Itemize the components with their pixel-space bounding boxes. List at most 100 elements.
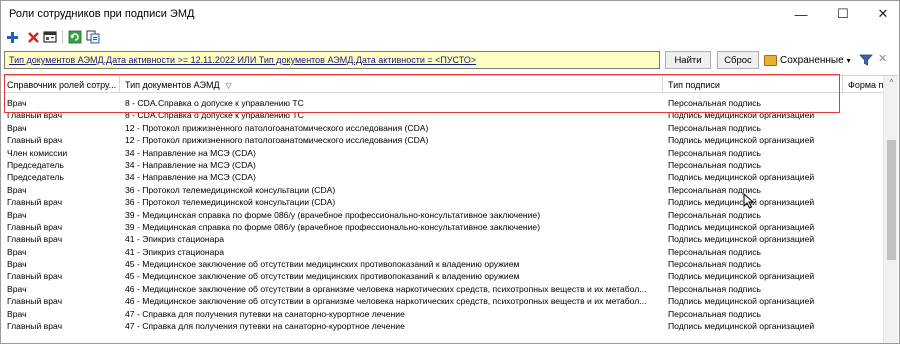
table-row[interactable]: Член комиссии 34 - Направление на МСЭ (CD… [2, 147, 883, 159]
cell-document-type: 47 - Справка для получения путевки на са… [125, 321, 405, 332]
cell-signature-type: Персональная подпись [668, 98, 761, 108]
cell-signature-type: Персональная подпись [668, 159, 761, 170]
cell-signature-type: Персональная подпись [668, 209, 761, 220]
minimize-button[interactable]: — [781, 1, 821, 27]
roles-grid: Справочник ролей сотру... Тип документов… [2, 75, 898, 343]
cell-signature-type: Персональная подпись [668, 122, 761, 133]
cell-role: Член комиссии [7, 147, 68, 158]
table-row[interactable]: Врач 8 - CDA.Справка о допуске к управлен… [2, 97, 883, 109]
cell-role: Председатель [7, 172, 64, 183]
table-row[interactable]: Главный врач 41 - Эпикриз стационара Подпи… [2, 233, 883, 245]
cell-document-type: 36 - Протокол телемедицинской консультац… [125, 184, 336, 195]
column-header-signature-type[interactable]: Тип подписи [663, 76, 843, 93]
toolbar [1, 27, 899, 47]
cell-signature-type: Подпись медицинской организацией [668, 271, 815, 282]
grid-header: Справочник ролей сотру... Тип документов… [2, 76, 898, 93]
find-button[interactable]: Найти [665, 51, 711, 69]
cell-role: Главный врач [7, 321, 63, 332]
cell-document-type: 41 - Эпикриз стационара [125, 246, 224, 257]
table-row[interactable]: Врач 39 - Медицинская справка по форме 08… [2, 209, 883, 221]
cell-role: Врач [7, 308, 27, 319]
table-row[interactable]: Врач 46 - Медицинское заключение об отсут… [2, 283, 883, 295]
table-row[interactable]: Главный врач 8 - CDA.Справка о допуске к … [2, 109, 883, 121]
filter-expression-text[interactable]: Тип документов АЭМД.Дата активности >= 1… [9, 55, 476, 65]
cell-document-type: 46 - Медицинское заключение об отсутстви… [125, 296, 647, 307]
mouse-cursor-icon [743, 192, 755, 209]
table-row[interactable]: Главный врач 46 - Медицинское заключение … [2, 295, 883, 307]
cell-document-type: 12 - Протокол прижизненного патологоанат… [125, 135, 429, 146]
roles-window: Роли сотрудников при подписи ЭМД — ☐ ✕ Т… [0, 0, 900, 344]
cell-document-type: 46 - Медицинское заключение об отсутстви… [125, 283, 647, 294]
cell-signature-type: Подпись медицинской организацией [668, 221, 815, 232]
cell-signature-type: Подпись медицинской организацией [668, 110, 815, 121]
table-row[interactable]: Председатель 34 - Направление на МСЭ (CDA… [2, 171, 883, 183]
cell-document-type: 36 - Протокол телемедицинской консультац… [125, 197, 336, 208]
cell-signature-type: Подпись медицинской организацией [668, 321, 815, 332]
copy-icon[interactable] [85, 29, 101, 45]
sort-arrow-icon: ▽ [225, 81, 232, 90]
column-header-signature-form[interactable]: Форма под [843, 76, 883, 93]
cell-signature-type: Персональная подпись [668, 246, 761, 257]
cell-role: Врач [7, 122, 27, 133]
table-row[interactable]: Главный врач 47 - Справка для получения п… [2, 320, 883, 332]
column-header-role[interactable]: Справочник ролей сотру... [2, 76, 120, 93]
reset-button[interactable]: Сброс [717, 51, 759, 69]
window-title: Роли сотрудников при подписи ЭМД [9, 8, 195, 20]
table-row[interactable]: Врач 12 - Протокол прижизненного патолого… [2, 122, 883, 134]
filter-settings-icon[interactable] [859, 53, 873, 67]
title-bar: Роли сотрудников при подписи ЭМД — ☐ ✕ [1, 1, 899, 27]
table-row[interactable]: Председатель 34 - Направление на МСЭ (CDA… [2, 159, 883, 171]
table-row[interactable]: Врач 45 - Медицинское заключение об отсут… [2, 258, 883, 270]
properties-icon[interactable] [42, 29, 58, 45]
filter-bar: Тип документов АЭМД.Дата активности >= 1… [1, 49, 899, 71]
column-header-document-type[interactable]: Тип документов АЭМД ▽ [120, 76, 663, 93]
cell-signature-type: Персональная подпись [668, 259, 761, 270]
table-row[interactable]: Главный врач 12 - Протокол прижизненного … [2, 134, 883, 146]
maximize-button[interactable]: ☐ [823, 1, 863, 27]
cell-document-type: 12 - Протокол прижизненного патологоанат… [125, 122, 429, 133]
scroll-up-icon[interactable]: ^ [884, 78, 898, 90]
grid-rows: Врач 8 - CDA.Справка о допуске к управлен… [2, 97, 883, 332]
vertical-scrollbar[interactable]: ^ [883, 76, 898, 343]
cell-document-type: 8 - CDA.Справка о допуске к управлению Т… [125, 98, 304, 108]
clear-filter-icon[interactable]: ✕ [878, 52, 887, 65]
column-header-label: Форма под [848, 80, 883, 90]
cell-role: Главный врач [7, 271, 63, 282]
table-row[interactable]: Врач 41 - Эпикриз стационара Персональная … [2, 246, 883, 258]
refresh-icon[interactable] [67, 29, 83, 45]
cell-role: Врач [7, 184, 27, 195]
cell-role: Главный врач [7, 197, 63, 208]
close-button[interactable]: ✕ [863, 1, 899, 27]
cell-role: Врач [7, 259, 27, 270]
cell-document-type: 39 - Медицинская справка по форме 086/у … [125, 209, 541, 220]
cell-signature-type: Подпись медицинской организацией [668, 172, 815, 183]
saved-filters-label: Сохраненные [780, 54, 844, 66]
cell-document-type: 47 - Справка для получения путевки на са… [125, 308, 405, 319]
cell-document-type: 41 - Эпикриз стационара [125, 234, 224, 245]
cell-signature-type: Подпись медицинской организацией [668, 296, 815, 307]
cell-role: Главный врач [7, 221, 63, 232]
chevron-down-icon: ▾ [846, 55, 851, 65]
saved-filters-dropdown[interactable]: Сохраненные ▾ [764, 52, 851, 68]
cell-document-type: 34 - Направление на МСЭ (CDA) [125, 159, 256, 170]
cell-signature-type: Подпись медицинской организацией [668, 135, 815, 146]
column-header-label: Тип подписи [668, 80, 720, 90]
toolbar-separator [62, 30, 63, 44]
cell-signature-type: Персональная подпись [668, 147, 761, 158]
folder-icon [764, 54, 777, 66]
cell-document-type: 39 - Медицинская справка по форме 086/у … [125, 221, 541, 232]
table-row[interactable]: Главный врач 39 - Медицинская справка по … [2, 221, 883, 233]
cell-role: Главный врач [7, 234, 63, 245]
delete-icon[interactable] [25, 29, 41, 45]
scrollbar-thumb[interactable] [887, 140, 896, 260]
cell-signature-type: Подпись медицинской организацией [668, 197, 815, 208]
column-header-label: Тип документов АЭМД [125, 80, 220, 90]
cell-role: Главный врач [7, 296, 63, 307]
table-row[interactable]: Главный врач 45 - Медицинское заключение … [2, 270, 883, 282]
cell-role: Врач [7, 209, 27, 220]
add-icon[interactable] [4, 29, 20, 45]
cell-role: Председатель [7, 159, 64, 170]
cell-document-type: 8 - CDA.Справка о допуске к управлению Т… [125, 110, 304, 121]
filter-expression-field[interactable]: Тип документов АЭМД.Дата активности >= 1… [4, 51, 660, 69]
table-row[interactable]: Врач 47 - Справка для получения путевки н… [2, 308, 883, 320]
